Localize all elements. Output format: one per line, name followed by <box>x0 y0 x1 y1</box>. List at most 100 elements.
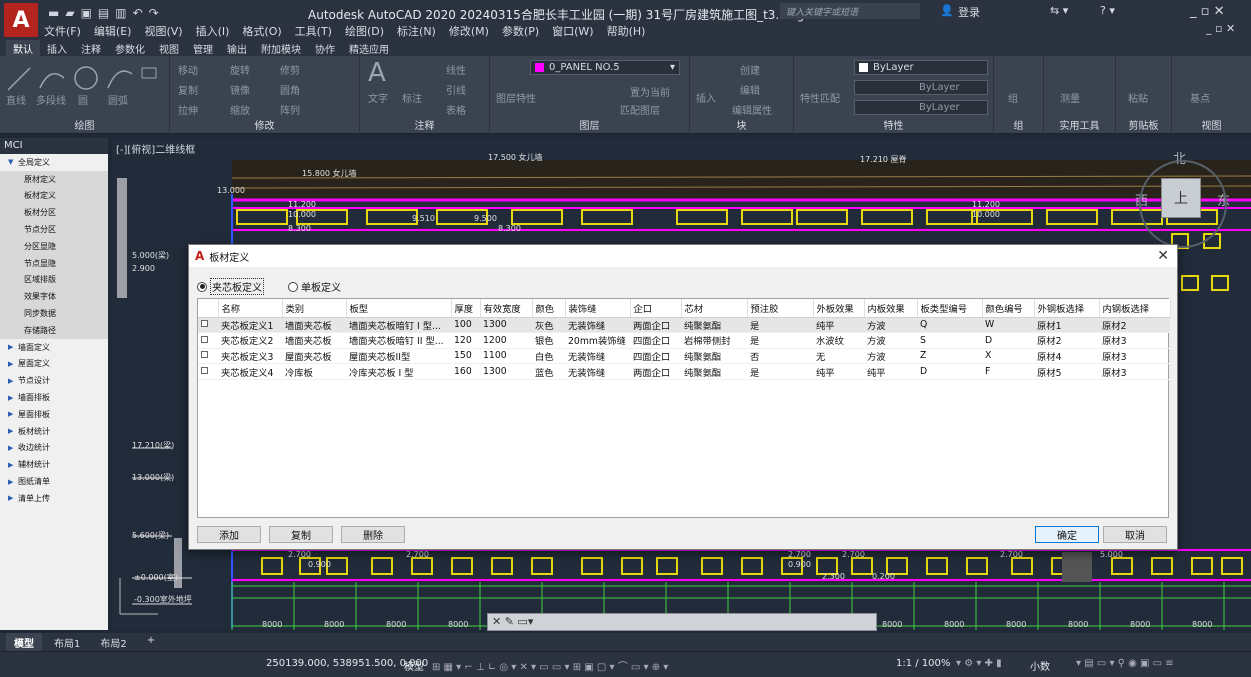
table-cell[interactable]: 墙面夹芯板暗钉 I 型... <box>346 317 451 334</box>
ribbon-tab-8[interactable]: 协作 <box>308 40 342 56</box>
table-cell[interactable]: 墙面夹芯板 <box>282 317 346 334</box>
exchange-icon[interactable]: ⇆ ▾ <box>1050 4 1068 17</box>
table-cell[interactable]: 20mm装饰缝 <box>565 332 630 349</box>
table-cell[interactable]: 原材3 <box>1099 332 1170 349</box>
search-input[interactable]: 键入关键字或短语 <box>780 3 920 19</box>
command-line[interactable]: ✕ ✎ ▭▾ <box>487 613 877 631</box>
single-panel-radio[interactable]: 单板定义 <box>288 278 341 295</box>
radio-selected-icon[interactable] <box>197 281 207 292</box>
menu-8[interactable]: 修改(M) <box>449 23 489 39</box>
menu-9[interactable]: 参数(P) <box>502 23 539 39</box>
sidebar-subitem-1[interactable]: 板材定义 <box>0 187 108 205</box>
table-cell[interactable]: D <box>982 332 1034 349</box>
table-cell[interactable]: 夹芯板定义1 <box>218 317 282 334</box>
layout-tab-1[interactable]: 布局1 <box>46 633 88 651</box>
row-checkbox[interactable] <box>201 367 208 375</box>
column-header[interactable]: 颜色 <box>532 299 566 318</box>
annotation-group-label[interactable]: 注释 <box>360 117 489 132</box>
table-cell[interactable]: 是 <box>747 317 813 334</box>
table-cell[interactable]: 四面企口 <box>630 348 681 365</box>
table-cell[interactable]: 两面企口 <box>630 317 681 334</box>
delete-button[interactable]: 删除 <box>341 526 405 543</box>
annotation-scale[interactable]: 1:1 / 100% <box>896 658 950 669</box>
base-point-label[interactable]: 基点 <box>1190 90 1210 105</box>
layer-dropdown[interactable]: 0_PANEL NO.5 ▾ <box>530 60 680 75</box>
menu-5[interactable]: 工具(T) <box>295 23 332 39</box>
table-cell[interactable]: D <box>917 363 982 380</box>
table-cell[interactable]: 岩棉带侧封 <box>681 332 747 349</box>
close-command-icon[interactable]: ✕ ✎ ▭▾ <box>492 615 533 628</box>
column-header[interactable]: 企口 <box>630 299 682 318</box>
ribbon-tab-1[interactable]: 插入 <box>40 40 74 56</box>
save-icon[interactable]: ▣ <box>81 6 92 20</box>
sidebar-item-1[interactable]: ▶ 墙面定义 <box>0 339 108 356</box>
properties-group-label[interactable]: 特性 <box>794 117 993 132</box>
collapsed-icon[interactable]: ▶ <box>8 494 18 502</box>
table-cell[interactable]: Q <box>917 317 982 334</box>
menu-4[interactable]: 格式(O) <box>242 23 281 39</box>
table-cell[interactable]: 无 <box>813 348 864 365</box>
status-tray-icons[interactable]: ▾ ▤ ▭ ▾ ⚲ ◉ ▣ ▭ ≡ <box>1076 658 1174 669</box>
model-space-button[interactable]: 模型 <box>404 658 424 673</box>
layout-tab-2[interactable]: 布局2 <box>92 633 134 651</box>
leader-tool[interactable]: 引线 <box>446 82 466 97</box>
checkbox-cell[interactable] <box>198 348 218 365</box>
table-cell[interactable]: F <box>982 363 1034 380</box>
table-cell[interactable]: 夹芯板定义3 <box>218 348 282 365</box>
table-cell[interactable]: W <box>982 317 1034 334</box>
table-cell[interactable]: 屋面夹芯板 <box>282 348 346 365</box>
column-header[interactable]: 类别 <box>282 299 347 318</box>
table-cell[interactable]: 纯聚氨酯 <box>681 363 747 380</box>
table-cell[interactable]: 屋面夹芯板II型 <box>346 348 451 365</box>
sandwich-panel-label[interactable]: 夹芯板定义 <box>210 278 264 295</box>
menu-3[interactable]: 插入(I) <box>196 23 230 39</box>
plot-icon[interactable]: ▥ <box>115 6 126 20</box>
sidebar-item-2[interactable]: ▶ 屋面定义 <box>0 356 108 373</box>
sidebar-item-6[interactable]: ▶ 板材统计 <box>0 423 108 440</box>
ribbon-tab-5[interactable]: 管理 <box>186 40 220 56</box>
table-cell[interactable]: 水波纹 <box>813 332 864 349</box>
table-cell[interactable]: 蓝色 <box>532 363 565 380</box>
ribbon-tab-7[interactable]: 附加模块 <box>254 40 308 56</box>
table-cell[interactable]: 原材4 <box>1034 348 1099 365</box>
menu-7[interactable]: 标注(N) <box>397 23 436 39</box>
sidebar-subitem-8[interactable]: 同步数据 <box>0 305 108 322</box>
table-cell[interactable]: 两面企口 <box>630 363 681 380</box>
text-tool-icon[interactable]: A <box>368 58 386 88</box>
column-header[interactable]: 板类型编号 <box>917 299 983 318</box>
table-cell[interactable]: 原材2 <box>1034 332 1099 349</box>
add-button[interactable]: 添加 <box>197 526 261 543</box>
copy-button[interactable]: 复制 <box>269 526 333 543</box>
copy-tool[interactable]: 复制 <box>178 82 198 97</box>
table-row[interactable]: 夹芯板定义1 墙面夹芯板 墙面夹芯板暗钉 I 型... 100 1300 灰色 无装饰缝 两面… <box>198 317 1170 334</box>
ribbon-tab-6[interactable]: 输出 <box>220 40 254 56</box>
collapsed-icon[interactable]: ▶ <box>8 410 18 418</box>
table-cell[interactable]: 否 <box>747 348 813 365</box>
table-row[interactable]: 夹芯板定义2 墙面夹芯板 墙面夹芯板暗钉 II 型... 120 1200 银色 20mm装… <box>198 332 1170 349</box>
table-cell[interactable]: 原材1 <box>1034 317 1099 334</box>
column-header[interactable]: 外钢板选择 <box>1034 299 1100 318</box>
edit-attributes-label[interactable]: 编辑属性 <box>732 102 772 117</box>
table-cell[interactable]: S <box>917 332 982 349</box>
workspace-icons[interactable]: ▾ ⚙ ▾ ✚ ▮ <box>956 658 1002 669</box>
column-header[interactable]: 芯材 <box>681 299 748 318</box>
table-cell[interactable]: 银色 <box>532 332 565 349</box>
linear-tool[interactable]: 线性 <box>446 62 466 77</box>
menu-11[interactable]: 帮助(H) <box>607 23 646 39</box>
collapsed-icon[interactable]: ▶ <box>8 444 18 452</box>
open-file-icon[interactable]: ▰ <box>65 6 74 20</box>
sidebar-item-4[interactable]: ▶ 墙面排板 <box>0 389 108 406</box>
table-cell[interactable]: 方波 <box>864 317 917 334</box>
table-cell[interactable]: 方波 <box>864 332 917 349</box>
draw-polyline-label[interactable]: 多段线 <box>36 92 66 107</box>
collapsed-icon[interactable]: ▶ <box>8 461 18 469</box>
sidebar-item-5[interactable]: ▶ 屋面排板 <box>0 406 108 423</box>
table-cell[interactable]: 纯聚氨酯 <box>681 317 747 334</box>
autocad-logo-icon[interactable]: A <box>4 3 38 37</box>
table-cell[interactable]: 四面企口 <box>630 332 681 349</box>
column-header[interactable]: 名称 <box>218 299 283 318</box>
table-cell[interactable]: 1200 <box>480 332 532 349</box>
user-icon[interactable]: 👤 <box>940 4 954 17</box>
paste-tool-label[interactable]: 粘贴 <box>1128 90 1148 105</box>
groups-group-label[interactable]: 组 <box>994 117 1043 132</box>
